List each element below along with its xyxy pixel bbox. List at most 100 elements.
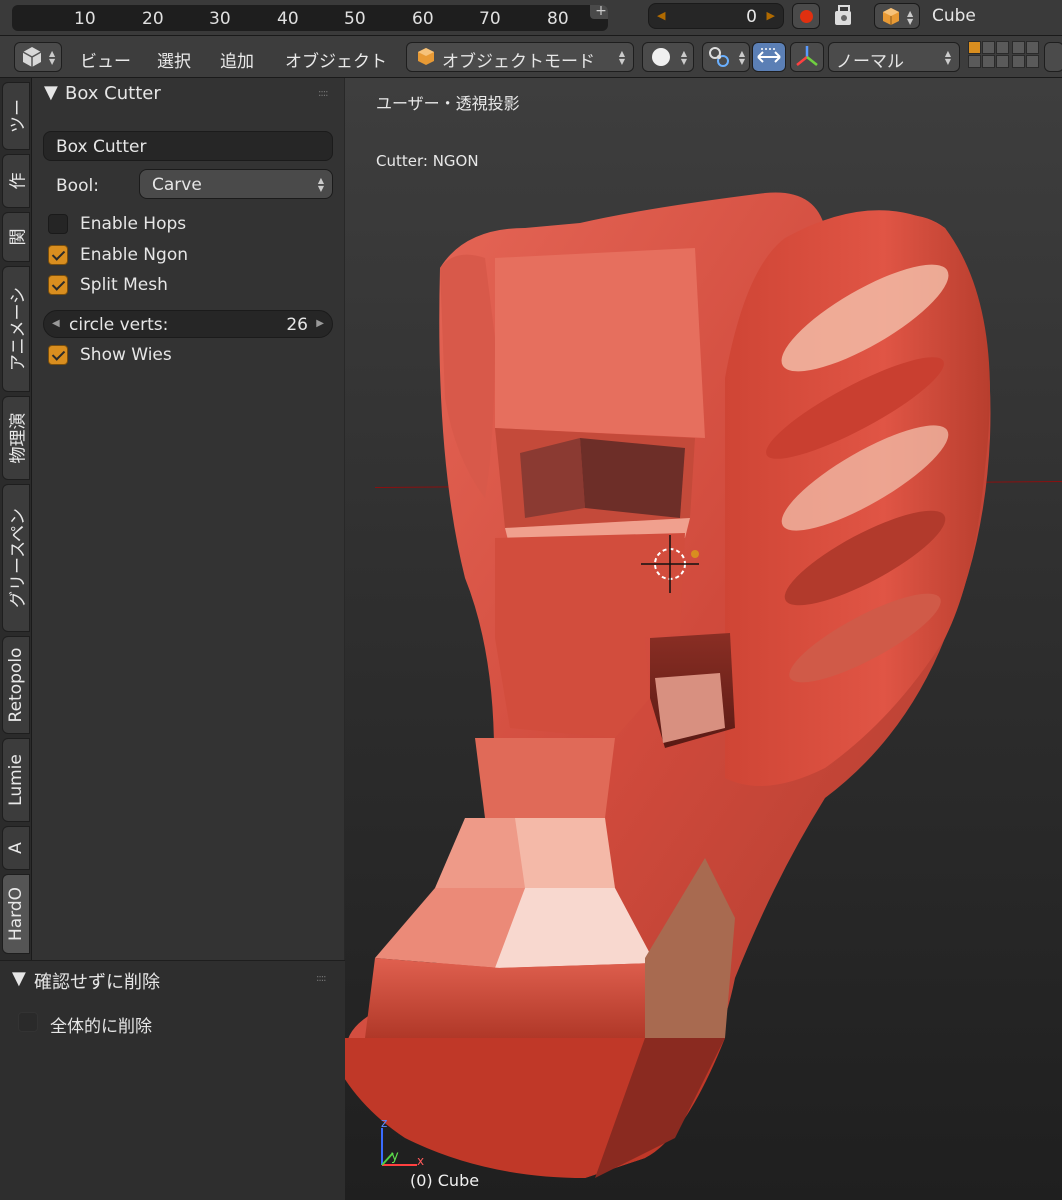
manipulator-toggle[interactable] — [752, 42, 786, 72]
object-mode-icon — [418, 48, 434, 65]
axis-x-label: x — [417, 1154, 424, 1168]
axis-y-label: y — [391, 1149, 399, 1164]
circle-verts-field[interactable]: ◀ circle verts: 26 ▶ — [43, 310, 333, 338]
panel-collapse-icon[interactable]: ▼ — [12, 968, 26, 989]
tab-animation[interactable]: アニメーシ — [2, 266, 30, 392]
timeline-tick: 60 — [412, 9, 434, 29]
layer-button[interactable] — [1012, 41, 1025, 54]
show-wires-checkbox-row[interactable]: Show Wies — [48, 344, 338, 368]
tab-lumiere[interactable]: Lumie — [2, 738, 30, 822]
layer-button[interactable] — [982, 41, 995, 54]
menu-view[interactable]: ビュー — [80, 47, 131, 72]
tab-retopology[interactable]: Retopolo — [2, 636, 30, 734]
enable-ngon-label: Enable Ngon — [80, 245, 188, 265]
layer-button[interactable] — [996, 41, 1009, 54]
panel-drag-grip-icon[interactable]: :::: — [316, 973, 327, 984]
decrement-arrow-icon[interactable]: ◀ — [52, 318, 60, 329]
layer-button[interactable] — [1026, 55, 1039, 68]
mesh-cut-hole — [580, 438, 685, 518]
enable-hops-checkbox-row[interactable]: Enable Hops — [48, 213, 338, 237]
layer-grid[interactable] — [968, 41, 1040, 69]
circle-verts-label: circle verts: — [69, 315, 169, 335]
layer-button[interactable] — [968, 55, 981, 68]
split-mesh-checkbox-row[interactable]: Split Mesh — [48, 274, 338, 298]
current-frame-value: 0 — [746, 7, 757, 27]
toolshelf-tabs: ツー 作 関 アニメーシ 物理演 グリースペン Retopolo Lumie A… — [0, 78, 32, 960]
layer-button[interactable] — [968, 41, 981, 54]
viewport-header: ▲ ▼ ビュー 選択 追加 オブジェクト ▲ ▼ オブジェクトモード ▲ ▼ ▲ ▼ — [0, 36, 1062, 78]
pivot-selector[interactable]: ▲ ▼ — [702, 42, 750, 72]
tab-a[interactable]: A — [2, 826, 30, 870]
bool-select[interactable]: Carve ▲ ▼ — [139, 169, 333, 199]
bool-label: Bool: — [56, 176, 99, 196]
enable-ngon-checkbox-row[interactable]: Enable Ngon — [48, 244, 338, 268]
name-field[interactable]: Box Cutter — [43, 131, 333, 161]
delete-globally-checkbox-row[interactable]: 全体的に削除 — [18, 1011, 308, 1037]
shading-selector[interactable]: ▲ ▼ — [642, 42, 694, 72]
enable-ngon-checkbox[interactable] — [48, 245, 68, 265]
keying-set-button[interactable] — [830, 3, 858, 29]
solid-shading-icon — [652, 48, 670, 66]
cutter-info: Cutter: NGON — [376, 152, 479, 170]
delete-globally-checkbox[interactable] — [18, 1012, 38, 1032]
tab-relations[interactable]: 関 — [2, 212, 30, 262]
split-mesh-checkbox[interactable] — [48, 275, 68, 295]
keying-object-name: Cube — [932, 6, 976, 26]
increment-arrow-icon[interactable]: ▶ — [767, 9, 775, 22]
editor-cube-icon — [22, 47, 42, 67]
record-button[interactable] — [792, 3, 820, 29]
editor-type-button[interactable]: ▲ ▼ — [14, 42, 62, 72]
layer-button[interactable] — [1012, 55, 1025, 68]
split-mesh-label: Split Mesh — [80, 275, 168, 295]
panel-collapse-icon[interactable]: ▼ — [44, 82, 58, 103]
mesh-stem — [475, 738, 615, 818]
layer-button[interactable] — [996, 55, 1009, 68]
tab-hardops[interactable]: HardO — [2, 874, 30, 954]
add-marker-button[interactable]: + — [590, 5, 608, 19]
increment-arrow-icon[interactable]: ▶ — [316, 318, 324, 329]
keying-set-icon — [835, 5, 851, 25]
show-wires-checkbox[interactable] — [48, 345, 68, 365]
menu-object[interactable]: オブジェクト — [285, 47, 387, 72]
tab-tools[interactable]: ツー — [2, 82, 30, 150]
timeline-ruler[interactable]: 10 20 30 40 50 60 70 80 + — [12, 5, 608, 31]
tab-create[interactable]: 作 — [2, 154, 30, 208]
mesh-front-block — [495, 248, 705, 438]
circle-verts-value: 26 — [286, 315, 308, 335]
pivot-point-icon — [709, 47, 729, 67]
mode-label: オブジェクトモード — [442, 52, 595, 72]
panel-drag-grip-icon[interactable]: :::: — [318, 88, 329, 99]
enable-hops-checkbox[interactable] — [48, 214, 68, 234]
name-field-value: Box Cutter — [56, 137, 147, 157]
tab-grease-pencil[interactable]: グリースペン — [2, 484, 30, 632]
panel-title[interactable]: Box Cutter — [65, 83, 161, 104]
operator-panel-title[interactable]: 確認せずに削除 — [34, 968, 160, 994]
keying-object-selector[interactable]: ▲ ▼ — [874, 3, 920, 29]
layer-button[interactable] — [982, 55, 995, 68]
3d-viewport[interactable]: z y x ユーザー・透視投影 Cutter: NGON (0) Cube — [345, 78, 1062, 1200]
cube-mesh[interactable]: z y x — [345, 78, 1062, 1200]
menu-select[interactable]: 選択 — [157, 47, 191, 72]
current-frame-field[interactable]: ◀ 0 ▶ — [648, 3, 784, 29]
timeline-tick: 50 — [344, 9, 366, 29]
orientation-label: ノーマル — [836, 52, 904, 72]
timeline-tick: 20 — [142, 9, 164, 29]
timeline-tick: 10 — [74, 9, 96, 29]
timeline-bar: 10 20 30 40 50 60 70 80 + ◀ 0 ▶ ▲ ▼ Cube — [0, 0, 1062, 36]
tab-physics[interactable]: 物理演 — [2, 396, 30, 480]
timeline-tick: 70 — [479, 9, 501, 29]
transform-manipulator-button[interactable] — [790, 42, 824, 72]
active-object-label: (0) Cube — [410, 1171, 480, 1190]
updown-arrows-icon: ▲ ▼ — [738, 49, 745, 66]
axis-z-label: z — [381, 1116, 387, 1130]
bool-select-value: Carve — [152, 175, 202, 195]
updown-arrows-icon: ▲ ▼ — [907, 9, 914, 26]
decrement-arrow-icon[interactable]: ◀ — [657, 9, 665, 22]
menu-add[interactable]: 追加 — [220, 47, 254, 72]
timeline-tick: 40 — [277, 9, 299, 29]
updown-arrows-icon: ▲ ▼ — [317, 176, 324, 193]
layer-button[interactable] — [1026, 41, 1039, 54]
updown-arrows-icon: ▲ ▼ — [680, 49, 687, 66]
view-title: ユーザー・透視投影 — [376, 94, 520, 113]
layer-lock-button[interactable] — [1044, 42, 1062, 72]
